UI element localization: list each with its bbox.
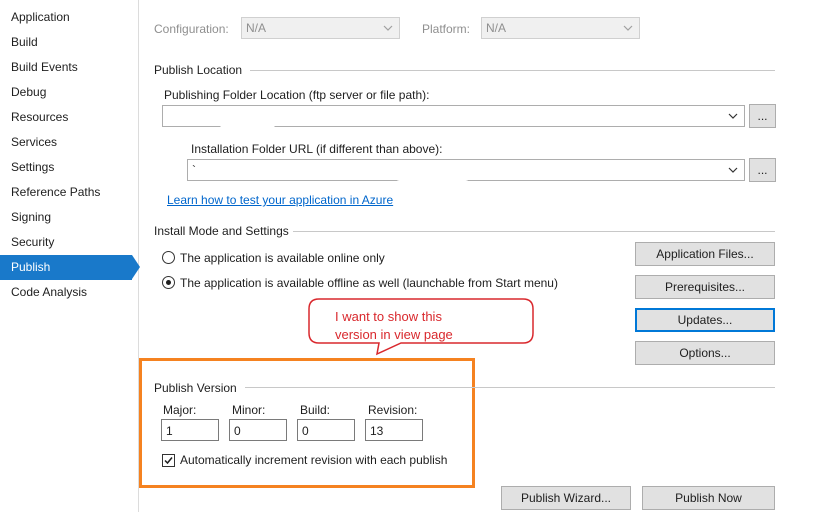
group-divider	[245, 387, 775, 388]
revision-value: 13	[370, 424, 384, 438]
nav-item-signing[interactable]: Signing	[0, 205, 132, 230]
platform-label: Platform:	[422, 22, 471, 36]
nav-item-services[interactable]: Services	[0, 130, 132, 155]
nav-item-publish[interactable]: Publish	[0, 255, 140, 280]
chevron-down-icon	[728, 113, 738, 119]
nav-item-resources[interactable]: Resources	[0, 105, 132, 130]
minor-label: Minor:	[232, 403, 266, 417]
configuration-select[interactable]: N/A	[241, 17, 400, 39]
install-mode-title: Install Mode and Settings	[154, 224, 289, 238]
platform-select[interactable]: N/A	[481, 17, 640, 39]
offline-label: The application is available offline as …	[180, 276, 558, 290]
nav-item-build[interactable]: Build	[0, 30, 132, 55]
nav-item-settings[interactable]: Settings	[0, 155, 132, 180]
property-nav: Application Build Build Events Debug Res…	[0, 0, 140, 512]
online-only-radio[interactable]	[162, 251, 175, 264]
redaction-smudge	[395, 180, 470, 189]
auto-increment-label: Automatically increment revision with ea…	[180, 453, 448, 467]
build-label: Build:	[300, 403, 331, 417]
application-files-button[interactable]: Application Files...	[635, 242, 775, 266]
chevron-down-icon	[728, 167, 738, 173]
platform-value: N/A	[486, 21, 507, 35]
configuration-value: N/A	[246, 21, 267, 35]
chevron-down-icon	[623, 25, 633, 31]
offline-radio[interactable]	[162, 276, 175, 289]
revision-label: Revision:	[368, 403, 418, 417]
install-url-label: Installation Folder URL (if different th…	[191, 142, 443, 156]
publish-wizard-button[interactable]: Publish Wizard...	[501, 486, 631, 510]
publish-folder-label: Publishing Folder Location (ftp server o…	[164, 88, 430, 102]
nav-item-security[interactable]: Security	[0, 230, 132, 255]
publish-version-title: Publish Version	[154, 381, 237, 395]
major-label: Major:	[163, 403, 197, 417]
publish-folder-browse-button[interactable]: ...	[749, 104, 776, 128]
minor-input[interactable]: 0	[229, 419, 287, 441]
nav-item-application[interactable]: Application	[0, 5, 132, 30]
nav-item-reference-paths[interactable]: Reference Paths	[0, 180, 132, 205]
nav-item-debug[interactable]: Debug	[0, 80, 132, 105]
nav-item-code-analysis[interactable]: Code Analysis	[0, 280, 132, 305]
chevron-down-icon	[383, 25, 393, 31]
prerequisites-button[interactable]: Prerequisites...	[635, 275, 775, 299]
options-button[interactable]: Options...	[635, 341, 775, 365]
azure-help-link[interactable]: Learn how to test your application in Az…	[167, 193, 393, 207]
publish-location-title: Publish Location	[154, 63, 243, 77]
group-divider	[250, 70, 775, 71]
install-url-value: `	[192, 163, 196, 177]
major-value: 1	[166, 424, 173, 438]
build-value: 0	[302, 424, 309, 438]
annotation-text-line1: I want to show this	[335, 309, 442, 324]
major-input[interactable]: 1	[161, 419, 219, 441]
online-only-label: The application is available online only	[180, 251, 385, 265]
group-divider	[293, 231, 775, 232]
publish-now-button[interactable]: Publish Now	[642, 486, 775, 510]
nav-item-publish-label: Publish	[11, 260, 51, 274]
build-input[interactable]: 0	[297, 419, 355, 441]
install-url-browse-button[interactable]: ...	[749, 158, 776, 182]
updates-button[interactable]: Updates...	[635, 308, 775, 332]
checkmark-icon	[164, 457, 173, 465]
redaction-smudge	[220, 122, 275, 128]
radio-selected-dot	[166, 280, 171, 285]
auto-increment-checkbox[interactable]	[162, 454, 175, 467]
annotation-text-line2: version in view page	[335, 327, 453, 342]
minor-value: 0	[234, 424, 241, 438]
revision-input[interactable]: 13	[365, 419, 423, 441]
nav-item-build-events[interactable]: Build Events	[0, 55, 132, 80]
active-arrow-icon	[132, 255, 140, 279]
configuration-label: Configuration:	[154, 22, 229, 36]
install-url-combo[interactable]: `	[187, 159, 745, 181]
